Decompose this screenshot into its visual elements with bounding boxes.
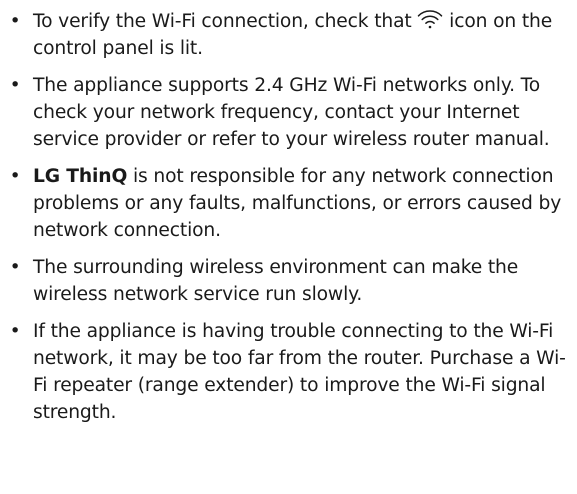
- note-frequency: • The appliance supports 2.4 GHz Wi-Fi n…: [0, 72, 577, 153]
- note-text: If the appliance is having trouble conne…: [33, 321, 566, 423]
- wifi-notes-list: • To verify the Wi-Fi connection, check …: [0, 0, 577, 426]
- note-lg-thinq-liability: • LG ThinQ is not responsible for any ne…: [0, 163, 577, 244]
- wifi-icon: [417, 9, 443, 29]
- bullet: •: [9, 321, 21, 342]
- bullet: •: [9, 75, 21, 96]
- note-wireless-environment: • The surrounding wireless environment c…: [0, 254, 577, 308]
- bullet: •: [9, 257, 21, 278]
- note-repeater: • If the appliance is having trouble con…: [0, 318, 577, 426]
- brand-name: LG ThinQ: [33, 166, 128, 187]
- note-wifi-verify: • To verify the Wi-Fi connection, check …: [0, 8, 577, 62]
- note-text: To verify the Wi-Fi connection, check th…: [33, 11, 418, 32]
- bullet: •: [9, 11, 21, 32]
- note-text: The surrounding wireless environment can…: [33, 257, 519, 305]
- note-text: The appliance supports 2.4 GHz Wi-Fi net…: [33, 75, 550, 150]
- bullet: •: [9, 166, 21, 187]
